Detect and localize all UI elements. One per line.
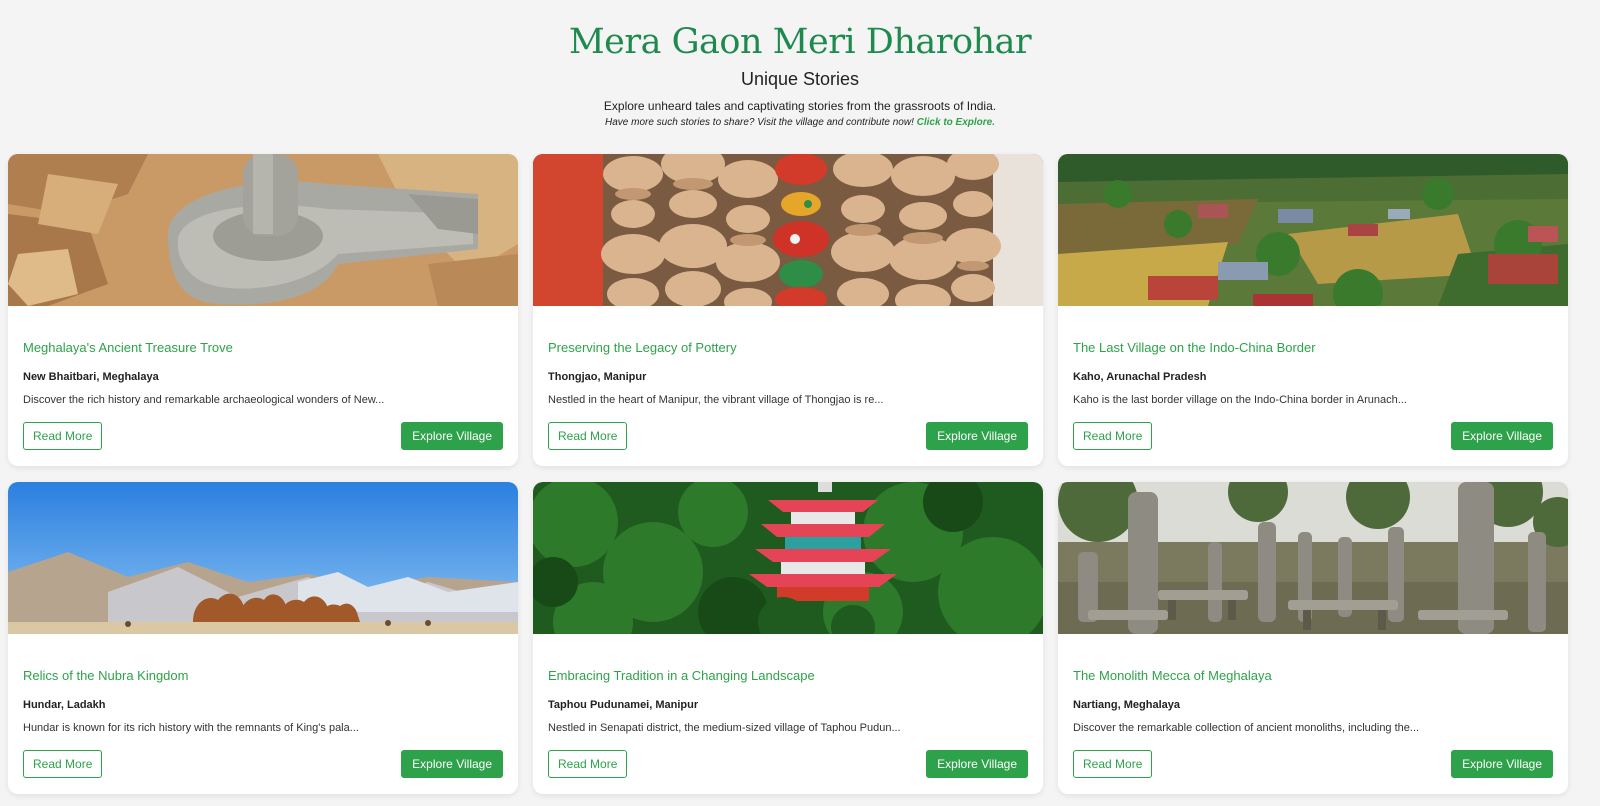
read-more-button[interactable]: Read More	[23, 422, 103, 450]
card-title[interactable]: The Monolith Mecca of Meghalaya	[1073, 668, 1553, 684]
card-location: Thongjao, Manipur	[548, 371, 647, 383]
story-card: Relics of the Nubra Kingdom Hundar, Lada…	[8, 482, 518, 794]
story-grid: Meghalaya's Ancient Treasure Trove New B…	[8, 154, 1568, 794]
read-more-button[interactable]: Read More	[1073, 422, 1153, 450]
card-title[interactable]: Embracing Tradition in a Changing Landsc…	[548, 668, 1028, 684]
read-more-button[interactable]: Read More	[1073, 750, 1153, 778]
monoliths-image	[1058, 482, 1568, 634]
explore-village-button[interactable]: Explore Village	[1451, 422, 1553, 450]
read-more-button[interactable]: Read More	[23, 750, 103, 778]
story-card: Preserving the Legacy of Pottery Thongja…	[533, 154, 1043, 466]
card-description: Nestled in the heart of Manipur, the vib…	[548, 394, 884, 406]
card-description: Hundar is known for its rich history wit…	[23, 722, 359, 734]
story-card: Meghalaya's Ancient Treasure Trove New B…	[8, 154, 518, 466]
page-header: Mera Gaon Meri Dharohar Unique Stories E…	[0, 0, 1600, 130]
card-description: Discover the rich history and remarkable…	[23, 394, 385, 406]
card-location: New Bhaitbari, Meghalaya	[23, 371, 159, 383]
card-title[interactable]: Relics of the Nubra Kingdom	[23, 668, 503, 684]
page-title: Mera Gaon Meri Dharohar	[568, 22, 1032, 62]
contribute-note: Have more such stories to share? Visit t…	[0, 116, 1600, 130]
card-title[interactable]: Preserving the Legacy of Pottery	[548, 340, 1028, 356]
explore-link[interactable]: Click to Explore.	[917, 117, 995, 128]
card-location: Kaho, Arunachal Pradesh	[1073, 371, 1207, 383]
explore-village-button[interactable]: Explore Village	[926, 750, 1028, 778]
story-card: Embracing Tradition in a Changing Landsc…	[533, 482, 1043, 794]
camels-mountains-image	[8, 482, 518, 634]
village-aerial-image	[1058, 154, 1568, 306]
read-more-button[interactable]: Read More	[548, 750, 628, 778]
card-title[interactable]: Meghalaya's Ancient Treasure Trove	[23, 340, 503, 356]
intro-text: Explore unheard tales and captivating st…	[603, 99, 997, 113]
explore-village-button[interactable]: Explore Village	[401, 422, 503, 450]
story-card: The Monolith Mecca of Meghalaya Nartiang…	[1058, 482, 1568, 794]
read-more-button[interactable]: Read More	[548, 422, 628, 450]
explore-village-button[interactable]: Explore Village	[926, 422, 1028, 450]
pottery-image	[533, 154, 1043, 306]
explore-village-button[interactable]: Explore Village	[401, 750, 503, 778]
explore-village-button[interactable]: Explore Village	[1451, 750, 1553, 778]
story-card: The Last Village on the Indo-China Borde…	[1058, 154, 1568, 466]
card-description: Discover the remarkable collection of an…	[1073, 722, 1420, 734]
card-location: Hundar, Ladakh	[23, 699, 106, 711]
stone-carving-image	[8, 154, 518, 306]
card-description: Kaho is the last border village on the I…	[1073, 394, 1407, 406]
card-location: Taphou Pudunamei, Manipur	[548, 699, 699, 711]
card-title[interactable]: The Last Village on the Indo-China Borde…	[1073, 340, 1553, 356]
page-subtitle: Unique Stories	[740, 69, 860, 89]
card-description: Nestled in Senapati district, the medium…	[548, 722, 901, 734]
contribute-note-text: Have more such stories to share? Visit t…	[604, 117, 914, 128]
pagoda-forest-image	[533, 482, 1043, 634]
card-location: Nartiang, Meghalaya	[1073, 699, 1180, 711]
